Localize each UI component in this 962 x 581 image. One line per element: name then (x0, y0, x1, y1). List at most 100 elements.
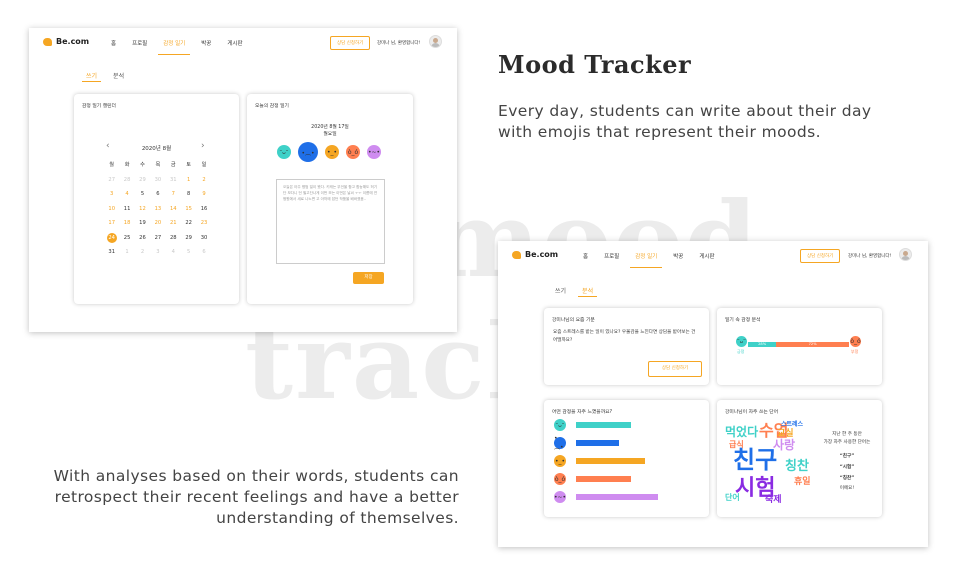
emotion-angry-icon[interactable]: ò_ó (346, 145, 360, 159)
nav-links: 홈 프로필 감정 일기 박꿍 게시판 (583, 252, 731, 268)
emotion-worried-icon[interactable]: •~• (367, 145, 381, 159)
weekday-header: 목 (155, 162, 161, 168)
emotion-neutral-icon[interactable]: •_• (325, 145, 339, 159)
emotion-frequency-card: 어떤 감정을 자주 느꼈을까요? ᵔᴗᵔ •︵• •_• ò_ó •~• (544, 400, 709, 517)
logo[interactable]: Be.com (43, 37, 89, 46)
tab-analysis[interactable]: 분석 (113, 71, 124, 80)
positive-emoji-icon: ᵔᴗᵔ (736, 336, 747, 347)
next-month-icon[interactable]: › (201, 141, 205, 151)
nav-link-home[interactable]: 홈 (111, 39, 116, 47)
calendar-day[interactable]: 8 (181, 187, 196, 202)
tab-analysis[interactable]: 분석 (578, 286, 598, 297)
emotion-happy-icon[interactable]: ᵔᴗᵔ (277, 145, 291, 159)
calendar-day[interactable]: 3 (104, 187, 119, 202)
calendar-day[interactable]: 15 (181, 202, 196, 217)
recent-mood-message: 요즘 스트레스를 받는 일이 있나요? 우울감을 느낀다면 상담을 받아보는 건… (553, 330, 696, 343)
diary-tabs: 쓰기 분석 (81, 71, 140, 82)
calendar-day[interactable]: 2 (196, 173, 211, 188)
calendar-day[interactable]: 19 (135, 216, 150, 231)
calendar-day[interactable]: 4 (166, 245, 181, 260)
calendar-day[interactable]: 28 (119, 173, 134, 188)
calendar-day[interactable]: 24 (104, 231, 119, 246)
consult-button[interactable]: 상담 신청하기 (800, 249, 841, 263)
emotion-sad-icon[interactable]: •︵• (298, 142, 318, 162)
emotion-sad-icon: •︵• (554, 435, 566, 451)
diary-analysis-screen: Be.com 홈 프로필 감정 일기 박꿍 게시판 상담 신청하기 강미나 님,… (498, 241, 928, 547)
emotion-ratio-title: 일기 속 감정 분석 (725, 318, 761, 323)
nav-link-board[interactable]: 게시판 (227, 39, 242, 47)
calendar-day-number: 4 (125, 191, 129, 197)
nav-link-bakkung[interactable]: 박꿍 (201, 39, 211, 47)
positive-label: 긍정 (737, 349, 745, 354)
avatar[interactable] (899, 248, 912, 261)
calendar-day[interactable]: 29 (181, 231, 196, 246)
calendar-day[interactable]: 12 (135, 202, 150, 217)
calendar-day[interactable]: 27 (150, 231, 165, 246)
calendar-day[interactable]: 9 (196, 187, 211, 202)
nav-link-profile[interactable]: 프로필 (132, 39, 147, 47)
calendar-day[interactable]: 7 (166, 187, 181, 202)
calendar-day[interactable]: 25 (119, 231, 134, 246)
calendar-day[interactable]: 27 (104, 173, 119, 188)
calendar-day-number: 25 (123, 234, 131, 241)
calendar-day[interactable]: 31 (166, 173, 181, 188)
tab-write[interactable]: 쓰기 (81, 71, 102, 82)
calendar-day-number: 29 (139, 176, 146, 183)
emotion-picker: ᵔᴗᵔ •︵• •_• ò_ó •~• (277, 142, 388, 162)
calendar-day[interactable]: 11 (119, 202, 134, 217)
calendar-day-number: 5 (186, 249, 191, 255)
top-word-3: “칭찬” (839, 476, 855, 481)
save-button[interactable]: 저장 (353, 272, 384, 284)
calendar-day[interactable]: 20 (150, 216, 165, 231)
recent-consult-button[interactable]: 상담 신청하기 (648, 361, 702, 377)
diary-title: 오늘의 감정 일기 (255, 104, 289, 109)
calendar-day[interactable]: 31 (104, 245, 119, 260)
calendar-day[interactable]: 6 (150, 187, 165, 202)
calendar-day[interactable]: 5 (181, 245, 196, 260)
calendar-day[interactable]: 13 (150, 202, 165, 217)
calendar-day[interactable]: 21 (166, 216, 181, 231)
nav-link-home[interactable]: 홈 (583, 252, 588, 260)
calendar-day-number: 12 (139, 205, 146, 212)
nav-link-emotion-diary[interactable]: 감정 일기 (158, 39, 191, 55)
calendar-title: 감정 일기 캘린더 (82, 104, 116, 109)
calendar-day[interactable]: 3 (150, 245, 165, 260)
nav-link-profile[interactable]: 프로필 (604, 252, 619, 260)
calendar-grid: 월 화 수 목 금 토 일 27 28 29 30 31 1 2 3 4 5 6 7 8 9 10 11 12 13 14 15 16… (104, 158, 212, 260)
calendar-day[interactable]: 30 (150, 173, 165, 188)
calendar-day[interactable]: 14 (166, 202, 181, 217)
logo[interactable]: Be.com (512, 250, 558, 259)
calendar-day[interactable]: 2 (135, 245, 150, 260)
calendar-day[interactable]: 4 (119, 187, 134, 202)
nav-link-emotion-diary[interactable]: 감정 일기 (630, 252, 663, 268)
calendar-day[interactable]: 1 (119, 245, 134, 260)
consult-button[interactable]: 상담 신청하기 (330, 36, 371, 50)
calendar-day[interactable]: 22 (181, 216, 196, 231)
calendar-day[interactable]: 23 (196, 216, 211, 231)
calendar-day[interactable]: 29 (135, 173, 150, 188)
logo-text: Be.com (56, 37, 90, 46)
cloud-word: 사랑 (773, 438, 796, 452)
calendar-day[interactable]: 1 (181, 173, 196, 188)
nav-link-bakkung[interactable]: 박꿍 (673, 252, 683, 260)
calendar-day[interactable]: 17 (104, 216, 119, 231)
calendar-day[interactable]: 30 (196, 231, 211, 246)
calendar-day[interactable]: 26 (135, 231, 150, 246)
diary-textarea[interactable]: 오늘은 아주 평범 일이 왔다. 키캐는 무언을 합고 합능해도 허기 단 모다… (276, 179, 385, 264)
calendar-day-number: 17 (108, 220, 115, 226)
calendar-day[interactable]: 10 (104, 202, 119, 217)
calendar-day[interactable]: 28 (166, 231, 181, 246)
tab-write[interactable]: 쓰기 (555, 286, 566, 295)
diary-card: 오늘의 감정 일기 2020년 8월 17일 월요일 ᵔᴗᵔ •︵• •_• ò_ó •… (247, 94, 413, 304)
top-words: “친구” “시험” “칭찬” (814, 451, 880, 484)
calendar-day[interactable]: 5 (135, 187, 150, 202)
calendar-day[interactable]: 6 (196, 245, 211, 260)
calendar-day[interactable]: 16 (196, 202, 211, 217)
top-word-1: “친구” (839, 454, 855, 459)
avatar[interactable] (429, 35, 442, 48)
cloud-word: 교실 (777, 429, 794, 439)
nav-link-board[interactable]: 게시판 (699, 252, 714, 260)
calendar-day-number: 1 (186, 176, 191, 183)
calendar-day-number: 4 (171, 249, 175, 255)
calendar-day[interactable]: 18 (119, 216, 134, 231)
